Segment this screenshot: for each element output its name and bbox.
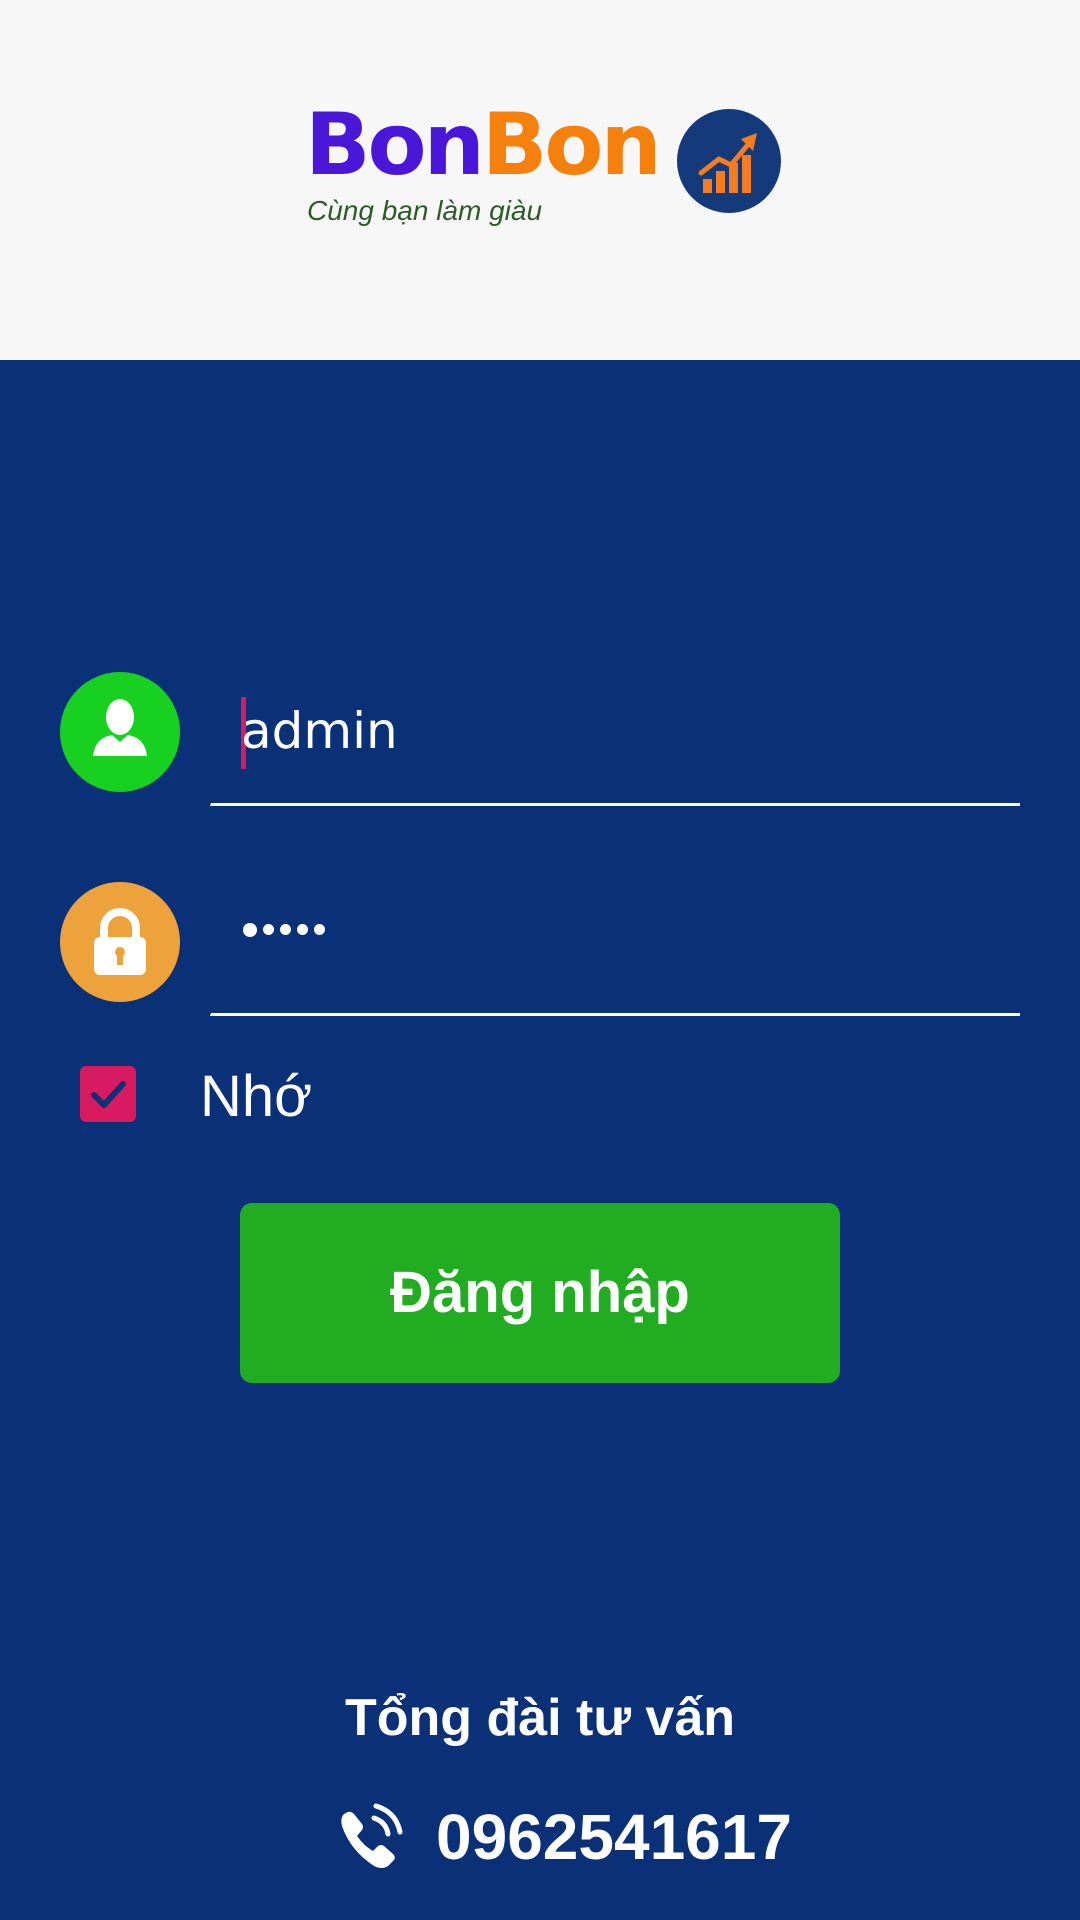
username-field[interactable]: admin [210, 658, 1020, 806]
username-value: admin [241, 702, 398, 760]
brand-part-1: Bon [305, 95, 485, 195]
password-field[interactable] [210, 868, 1020, 1016]
password-mask [243, 921, 331, 961]
header: BonBon Cùng bạn làm giàu [0, 0, 1080, 360]
lock-icon [60, 882, 180, 1002]
brand-tagline: Cùng bạn làm giàu [307, 195, 543, 226]
remember-checkbox[interactable] [80, 1066, 136, 1122]
phone-number[interactable]: 0962541617 [436, 1802, 792, 1872]
brand-wordmark: BonBon [305, 95, 662, 195]
phone-icon [341, 1803, 403, 1868]
check-icon [91, 1081, 126, 1108]
brand-part-2: Bon [481, 95, 662, 195]
growth-chart-icon [677, 109, 781, 213]
brand-logo: BonBon Cùng bạn làm giàu [305, 95, 785, 245]
hotline-row[interactable]: 0962541617 [330, 1796, 810, 1876]
user-icon [60, 672, 180, 792]
login-screen: BonBon Cùng bạn làm giàu admin Nhớ Đăng … [0, 0, 1080, 1920]
login-button[interactable]: Đăng nhập [240, 1203, 840, 1383]
hotline-title: Tổng đài tư vấn [344, 1689, 736, 1747]
remember-label[interactable]: Nhớ [200, 1064, 312, 1130]
